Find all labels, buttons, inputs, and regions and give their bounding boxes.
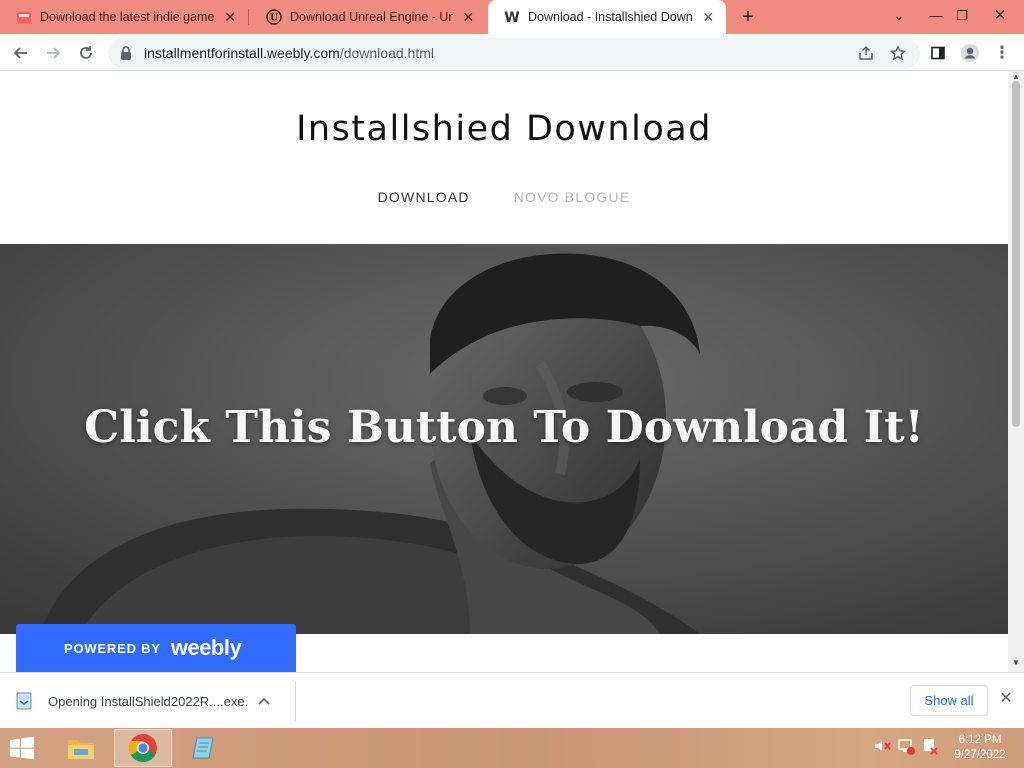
action-center-icon[interactable] — [920, 736, 942, 758]
page-viewport: Installshied Download DOWNLOAD NOVO BLOG… — [0, 71, 1008, 672]
site-title[interactable]: Installshied Download — [0, 109, 1008, 149]
weebly-logo: weebly — [170, 635, 242, 660]
nav-download[interactable]: DOWNLOAD — [378, 189, 470, 205]
scroll-up-icon[interactable]: ▲ — [1012, 73, 1020, 81]
side-panel-icon[interactable] — [925, 40, 951, 66]
clock-time: 6:12 PM — [958, 734, 1002, 746]
file-explorer-icon[interactable] — [52, 729, 110, 767]
volume-muted-icon[interactable] — [872, 736, 894, 758]
tab-title: Download - Installshied Download — [528, 10, 693, 24]
download-item[interactable]: Opening InstallShield2022R....exe... — [16, 681, 296, 721]
tab-installshied-download[interactable]: W Download - Installshied Download ✕ — [488, 0, 726, 34]
tab-title: Download Unreal Engine - Unreal — [290, 10, 453, 24]
network-icon[interactable] — [896, 736, 918, 758]
hero-heading[interactable]: Click This Button To Download It! — [0, 402, 1008, 453]
tab-title: Download the latest indie games — [40, 10, 215, 24]
menu-kebab-icon[interactable]: ⋮ — [989, 40, 1015, 66]
close-tab-icon[interactable]: ✕ — [461, 9, 476, 26]
download-filename: Opening InstallShield2022R....exe... — [48, 693, 248, 709]
download-shelf: Opening InstallShield2022R....exe... Sho… — [0, 672, 1024, 728]
chevron-up-icon[interactable] — [256, 694, 272, 708]
forward-arrow-icon[interactable] — [40, 40, 66, 66]
unreal-icon: U — [266, 9, 282, 25]
windows-taskbar: 6:12 PM 9/27/2022 — [0, 728, 1024, 768]
system-clock[interactable]: 6:12 PM 9/27/2022 — [944, 733, 1016, 763]
nav-novo-blogue[interactable]: NOVO BLOGUE — [514, 189, 631, 205]
site-nav: DOWNLOAD NOVO BLOGUE — [0, 189, 1008, 205]
weebly-icon: W — [504, 9, 520, 25]
back-arrow-icon[interactable] — [8, 40, 34, 66]
close-tab-icon[interactable]: ✕ — [701, 9, 716, 26]
scroll-down-icon[interactable]: ▼ — [1012, 659, 1020, 667]
itchio-icon — [16, 9, 32, 25]
svg-text:W: W — [504, 10, 519, 25]
minimize-icon[interactable]: — — [922, 4, 950, 28]
close-tab-icon[interactable]: ✕ — [222, 9, 238, 26]
profile-avatar-icon[interactable] — [957, 40, 983, 66]
browser-toolbar: installmentforinstall.weebly.com/downloa… — [0, 34, 1024, 71]
tab-separator — [248, 9, 249, 25]
show-all-button[interactable]: Show all — [910, 685, 988, 716]
tab-strip: Download the latest indie games ✕ U Down… — [0, 0, 1024, 34]
close-shelf-icon[interactable]: ✕ — [996, 689, 1016, 709]
tab-search-chevron-icon[interactable]: ⌄ — [885, 4, 913, 28]
svg-text:U: U — [270, 14, 278, 24]
lock-icon[interactable] — [120, 46, 134, 60]
powered-by-label: POWERED BY — [64, 640, 161, 656]
scrollbar-thumb[interactable] — [1012, 81, 1020, 427]
weebly-badge[interactable]: POWERED BY weebly — [16, 624, 296, 672]
notepad-icon[interactable] — [176, 729, 234, 767]
page-scrollbar[interactable]: ▲ ▼ — [1008, 71, 1024, 672]
installer-file-icon — [16, 692, 32, 710]
restore-icon[interactable]: ❐ — [948, 4, 976, 28]
bookmark-star-icon[interactable] — [885, 40, 911, 66]
tab-indie-games[interactable]: Download the latest indie games ✕ — [0, 0, 248, 34]
hero-banner: Click This Button To Download It! — [0, 244, 1008, 634]
tab-unreal-engine[interactable]: U Download Unreal Engine - Unreal ✕ — [250, 0, 486, 34]
reload-icon[interactable] — [73, 40, 99, 66]
clock-date: 9/27/2022 — [954, 749, 1006, 761]
url-text: installmentforinstall.weebly.com/downloa… — [144, 45, 434, 61]
share-icon[interactable] — [853, 40, 879, 66]
close-window-icon[interactable]: ✕ — [986, 4, 1014, 28]
windows-start-icon[interactable] — [8, 736, 38, 760]
chrome-icon[interactable] — [114, 729, 172, 767]
address-bar[interactable]: installmentforinstall.weebly.com/downloa… — [108, 38, 920, 68]
new-tab-button[interactable]: + — [736, 5, 760, 29]
